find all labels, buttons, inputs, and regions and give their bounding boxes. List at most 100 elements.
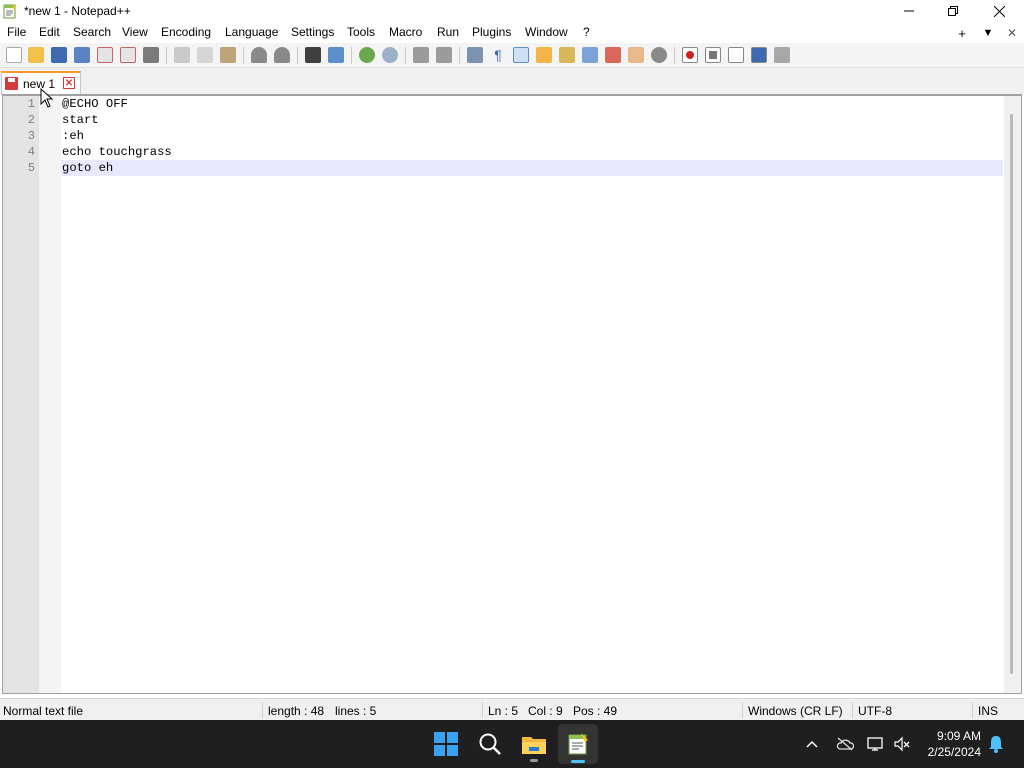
code-area[interactable]: @ECHO OFF start :eh echo touchgrass goto… bbox=[61, 96, 1003, 693]
save-all-icon[interactable] bbox=[74, 47, 90, 63]
close-file-icon[interactable] bbox=[97, 47, 113, 63]
show-hidden-icons-button[interactable] bbox=[802, 734, 822, 754]
status-separator bbox=[972, 702, 973, 718]
paste-icon[interactable] bbox=[220, 47, 236, 63]
close-window-button[interactable] bbox=[976, 0, 1022, 22]
line-number-margin: 1 2 3 4 5 bbox=[3, 96, 39, 693]
word-wrap-icon[interactable] bbox=[467, 47, 483, 63]
taskbar-clock[interactable]: 9:09 AM 2/25/2024 bbox=[928, 728, 981, 760]
vertical-scrollbar[interactable] bbox=[1004, 96, 1021, 693]
menu-edit[interactable]: Edit bbox=[39, 25, 60, 39]
menu-encoding[interactable]: Encoding bbox=[161, 25, 211, 39]
menu-file[interactable]: File bbox=[7, 25, 26, 39]
monitoring-icon[interactable] bbox=[651, 47, 667, 63]
toolbar-separator bbox=[243, 47, 244, 64]
menu-macro[interactable]: Macro bbox=[389, 25, 422, 39]
menu-plugins[interactable]: Plugins bbox=[472, 25, 511, 39]
play-macro-icon[interactable] bbox=[728, 47, 744, 63]
volume-tray[interactable] bbox=[892, 734, 912, 754]
menu-run[interactable]: Run bbox=[437, 25, 459, 39]
print-icon[interactable] bbox=[143, 47, 159, 63]
find-icon[interactable] bbox=[305, 47, 321, 63]
new-file-icon[interactable] bbox=[6, 47, 22, 63]
save-macro-icon[interactable] bbox=[774, 47, 790, 63]
status-lines: lines : 5 bbox=[335, 704, 377, 718]
menu-search[interactable]: Search bbox=[73, 25, 111, 39]
close-all-icon[interactable] bbox=[120, 47, 136, 63]
window-title: *new 1 - Notepad++ bbox=[24, 4, 131, 18]
line-number: 4 bbox=[27, 145, 35, 159]
menu-settings[interactable]: Settings bbox=[291, 25, 334, 39]
status-column: Col : 9 bbox=[528, 704, 563, 718]
redo-icon[interactable] bbox=[274, 47, 290, 63]
scrollbar-thumb[interactable] bbox=[1010, 114, 1013, 674]
taskbar-file-explorer[interactable] bbox=[514, 724, 554, 764]
menu-window[interactable]: Window bbox=[525, 25, 568, 39]
running-indicator bbox=[530, 759, 538, 762]
save-icon[interactable] bbox=[51, 47, 67, 63]
record-macro-icon[interactable] bbox=[682, 47, 698, 63]
status-encoding[interactable]: UTF-8 bbox=[858, 704, 892, 718]
open-file-icon[interactable] bbox=[28, 47, 44, 63]
status-eol[interactable]: Windows (CR LF) bbox=[748, 704, 843, 718]
notepad-plus-plus-icon bbox=[568, 733, 588, 755]
start-button[interactable] bbox=[426, 724, 466, 764]
restore-icon bbox=[948, 6, 958, 16]
run-macro-multiple-icon[interactable] bbox=[751, 47, 767, 63]
active-indicator bbox=[571, 760, 585, 763]
line-number: 5 bbox=[27, 161, 35, 175]
document-map-icon[interactable] bbox=[559, 47, 575, 63]
tab-close-icon[interactable]: ✕ bbox=[63, 77, 75, 89]
cut-icon[interactable] bbox=[174, 47, 190, 63]
function-list-icon[interactable] bbox=[605, 47, 621, 63]
menu-help[interactable]: ? bbox=[583, 25, 590, 39]
status-separator bbox=[742, 702, 743, 718]
close-document-icon[interactable]: ✕ bbox=[1004, 25, 1020, 41]
status-length: length : 48 bbox=[268, 704, 325, 718]
show-all-characters-icon[interactable]: ¶ bbox=[490, 47, 506, 63]
copy-icon[interactable] bbox=[197, 47, 213, 63]
menu-view[interactable]: View bbox=[122, 25, 148, 39]
network-icon bbox=[867, 737, 883, 751]
stop-macro-icon[interactable] bbox=[705, 47, 721, 63]
toolbar: ¶ bbox=[0, 43, 1024, 68]
tab-list-icon[interactable]: ▼ bbox=[980, 25, 996, 41]
code-line[interactable]: :eh bbox=[61, 128, 1003, 144]
taskbar-notepad-plus-plus[interactable] bbox=[558, 724, 598, 764]
replace-icon[interactable] bbox=[328, 47, 344, 63]
line-number: 1 bbox=[27, 97, 35, 111]
minimize-button[interactable] bbox=[886, 0, 932, 22]
document-list-icon[interactable] bbox=[582, 47, 598, 63]
new-tab-icon[interactable]: + bbox=[954, 25, 970, 41]
udl-icon[interactable] bbox=[536, 47, 552, 63]
taskbar: 9:09 AM 2/25/2024 bbox=[0, 720, 1024, 768]
code-line-current[interactable]: goto eh bbox=[61, 160, 1003, 176]
notifications-button[interactable] bbox=[986, 734, 1006, 754]
menu-language[interactable]: Language bbox=[225, 25, 278, 39]
onedrive-tray[interactable] bbox=[835, 734, 855, 754]
zoom-in-icon[interactable] bbox=[359, 47, 375, 63]
minimize-icon bbox=[904, 10, 914, 12]
search-icon bbox=[479, 733, 501, 755]
start-icon bbox=[434, 732, 458, 756]
menu-tools[interactable]: Tools bbox=[347, 25, 375, 39]
sync-vertical-icon[interactable] bbox=[413, 47, 429, 63]
status-insert-mode[interactable]: INS bbox=[978, 704, 998, 718]
zoom-out-icon[interactable] bbox=[382, 47, 398, 63]
taskbar-search-button[interactable] bbox=[470, 724, 510, 764]
status-separator bbox=[852, 702, 853, 718]
folder-as-workspace-icon[interactable] bbox=[628, 47, 644, 63]
toolbar-separator bbox=[405, 47, 406, 64]
network-tray[interactable] bbox=[866, 734, 886, 754]
code-line[interactable]: start bbox=[61, 112, 1003, 128]
fold-margin[interactable] bbox=[39, 96, 61, 693]
restore-button[interactable] bbox=[930, 0, 976, 22]
editor[interactable]: 1 2 3 4 5 @ECHO OFF start :eh echo touch… bbox=[2, 94, 1022, 694]
indent-guide-icon[interactable] bbox=[513, 47, 529, 63]
code-line[interactable]: echo touchgrass bbox=[61, 144, 1003, 160]
sync-horizontal-icon[interactable] bbox=[436, 47, 452, 63]
code-line[interactable]: @ECHO OFF bbox=[61, 96, 1003, 112]
undo-icon[interactable] bbox=[251, 47, 267, 63]
toolbar-separator bbox=[297, 47, 298, 64]
tab-bar: new 1 ✕ bbox=[0, 68, 1024, 95]
